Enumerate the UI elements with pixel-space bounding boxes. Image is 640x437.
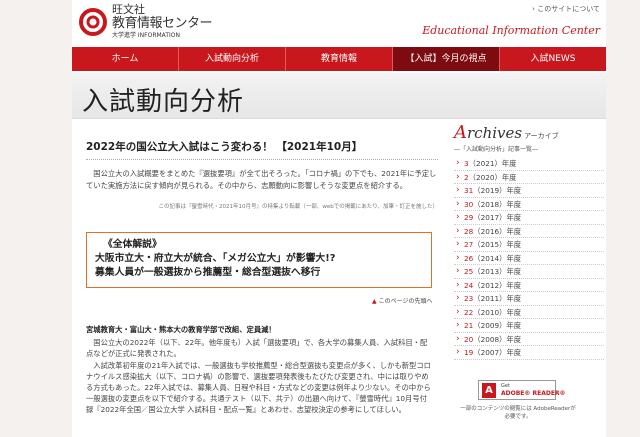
brand-name: 旺文社 bbox=[112, 3, 145, 16]
archive-item-num: 23 bbox=[464, 294, 474, 303]
archive-item-label: （2016）年度 bbox=[473, 226, 522, 236]
archive-item-label: （2007）年度 bbox=[473, 348, 522, 357]
archive-item-num: 26 bbox=[464, 253, 474, 263]
article-main: 2022年の国公立大入試はこう変わる！ 【2021年10月】 国公立大の入試概要… bbox=[86, 140, 438, 210]
archive-item-label: （2019）年度 bbox=[473, 186, 522, 195]
back-to-top-label: このページの先頭へ bbox=[378, 298, 433, 305]
article-callout[interactable]: 《全体解説》 大阪市立大・府立大が統合、「メガ公立大」が影響大!? 募集人員が一… bbox=[86, 232, 432, 288]
archive-item-num: 25 bbox=[464, 267, 474, 276]
adobe-reader-label: ADOBE® READER® bbox=[501, 390, 566, 397]
archives-sidebar: Archivesアーカイブ ―「入試動向分析」記事一覧― 3（2021）年度 2… bbox=[454, 122, 604, 360]
section-subhead: 宮城教育大・富山大・熊本大の教育学部で改組、定員減！ bbox=[86, 325, 276, 334]
body-paragraph-2: 入試改革初年度の21年入試では、一般選抜も学校推薦型・総合型選抜も変更点が多く、… bbox=[86, 361, 431, 414]
archive-item[interactable]: 24（2012）年度 bbox=[454, 279, 604, 292]
archives-title-jp: アーカイブ bbox=[524, 132, 559, 140]
archive-item-num: 19 bbox=[464, 348, 474, 357]
about-site-link[interactable]: › このサイトについて bbox=[532, 4, 600, 14]
archive-item-num: 20 bbox=[464, 334, 474, 344]
archive-item-label: （2009）年度 bbox=[473, 321, 522, 330]
adobe-get-label: Get bbox=[501, 383, 510, 389]
archives-title-cap: A bbox=[454, 122, 467, 143]
archive-item[interactable]: 27（2015）年度 bbox=[454, 238, 604, 252]
page-title-band: 入試動向分析 bbox=[72, 73, 606, 119]
archives-title-rest: rchives bbox=[467, 124, 523, 142]
archive-item[interactable]: 25（2013）年度 bbox=[454, 265, 604, 279]
archive-item-label: （2008）年度 bbox=[473, 334, 522, 344]
archive-item[interactable]: 28（2016）年度 bbox=[454, 225, 604, 238]
main-nav: ホーム 入試動向分析 教育情報 【入試】今月の視点 入試NEWS bbox=[72, 47, 606, 71]
archive-item-label: （2011）年度 bbox=[473, 294, 522, 303]
nav-item-home[interactable]: ホーム bbox=[72, 47, 179, 71]
archive-item-label: （2013）年度 bbox=[473, 267, 522, 276]
archive-item-label: （2015）年度 bbox=[473, 240, 522, 249]
article-source-note: この記事は『螢雪時代・2021年10月号』の特集より転載（一部、webでの掲載に… bbox=[158, 204, 438, 210]
body-paragraph-1: 国公立大の2022年（以下、22年。他年度も）入試「選抜要項」で、各大学の募集人… bbox=[86, 338, 428, 358]
nav-item-education-info[interactable]: 教育情報 bbox=[286, 47, 393, 71]
back-to-top-link[interactable]: ▲ このページの先頭へ bbox=[372, 296, 433, 305]
archive-item[interactable]: 3（2021）年度 bbox=[454, 157, 604, 171]
archive-item-label: （2020）年度 bbox=[468, 172, 517, 182]
archive-item-num: 22 bbox=[464, 307, 474, 317]
callout-line-2: 募集人員が一般選抜から推薦型・総合型選抜へ移行 bbox=[95, 267, 321, 278]
site-title: Educational Information Center bbox=[422, 24, 600, 37]
archive-item-label: （2014）年度 bbox=[473, 253, 522, 263]
callout-line-1: 大阪市立大・府立大が統合、「メガ公立大」が影響大!? bbox=[95, 253, 336, 264]
adobe-reader-icon: A bbox=[482, 383, 496, 398]
archive-item-label: （2012）年度 bbox=[473, 280, 522, 290]
archive-item[interactable]: 19（2007）年度 bbox=[454, 346, 604, 360]
callout-heading: 《全体解説》 bbox=[103, 239, 162, 250]
archive-item-label: （2018）年度 bbox=[473, 199, 522, 209]
archive-item[interactable]: 21（2009）年度 bbox=[454, 319, 604, 333]
archive-item[interactable]: 31（2019）年度 bbox=[454, 184, 604, 198]
archive-item-num: 30 bbox=[464, 199, 474, 209]
adobe-reader-note: 一部のコンテンツの閲覧には AdobeReaderが必要です。 bbox=[460, 406, 576, 420]
obunsha-logo-icon[interactable] bbox=[78, 8, 108, 36]
archive-item-num: 27 bbox=[464, 240, 474, 249]
archive-item[interactable]: 2（2020）年度 bbox=[454, 171, 604, 184]
archive-item-num: 31 bbox=[464, 186, 474, 195]
archive-item[interactable]: 26（2014）年度 bbox=[454, 252, 604, 265]
archive-item-label: （2017）年度 bbox=[473, 213, 522, 222]
page-container: 旺文社 教育情報センター 大学進学 INFORMATION › このサイトについ… bbox=[72, 0, 606, 437]
brand-tagline: 大学進学 INFORMATION bbox=[112, 32, 180, 39]
archive-item[interactable]: 23（2011）年度 bbox=[454, 292, 604, 306]
nav-item-monthly-view[interactable]: 【入試】今月の視点 bbox=[393, 47, 500, 71]
archive-item-num: 24 bbox=[464, 280, 474, 290]
archive-item[interactable]: 20（2008）年度 bbox=[454, 333, 604, 346]
nav-item-exam-news[interactable]: 入試NEWS bbox=[500, 47, 606, 71]
archives-list: 3（2021）年度 2（2020）年度 31（2019）年度 30（2018）年… bbox=[454, 157, 604, 360]
archive-item-num: 28 bbox=[464, 226, 474, 236]
archive-item-num: 21 bbox=[464, 321, 474, 330]
archive-item[interactable]: 22（2010）年度 bbox=[454, 306, 604, 319]
adobe-reader-button[interactable]: A Get ADOBE® READER® bbox=[478, 380, 566, 400]
article-lead: 国公立大の入試概要をまとめた『選抜要項』が全て出そろった。「コロナ禍」の下でも、… bbox=[86, 169, 437, 190]
archives-subtitle: ―「入試動向分析」記事一覧― bbox=[454, 146, 539, 153]
arrow-up-icon: ▲ bbox=[372, 298, 377, 305]
archive-item[interactable]: 29（2017）年度 bbox=[454, 211, 604, 225]
archives-title: Archives アーカイブ bbox=[454, 122, 604, 143]
archive-item[interactable]: 30（2018）年度 bbox=[454, 198, 604, 211]
page-title: 入試動向分析 bbox=[82, 87, 245, 117]
site-header: 旺文社 教育情報センター 大学進学 INFORMATION › このサイトについ… bbox=[72, 0, 606, 44]
archive-item-label: （2021）年度 bbox=[468, 159, 517, 168]
archive-item-label: （2010）年度 bbox=[473, 307, 522, 317]
archive-item-num: 29 bbox=[464, 213, 474, 222]
article-title: 2022年の国公立大入試はこう変わる！ 【2021年10月】 bbox=[86, 140, 438, 160]
brand-subtitle: 教育情報センター bbox=[112, 16, 213, 31]
nav-item-exam-analysis[interactable]: 入試動向分析 bbox=[179, 47, 286, 71]
